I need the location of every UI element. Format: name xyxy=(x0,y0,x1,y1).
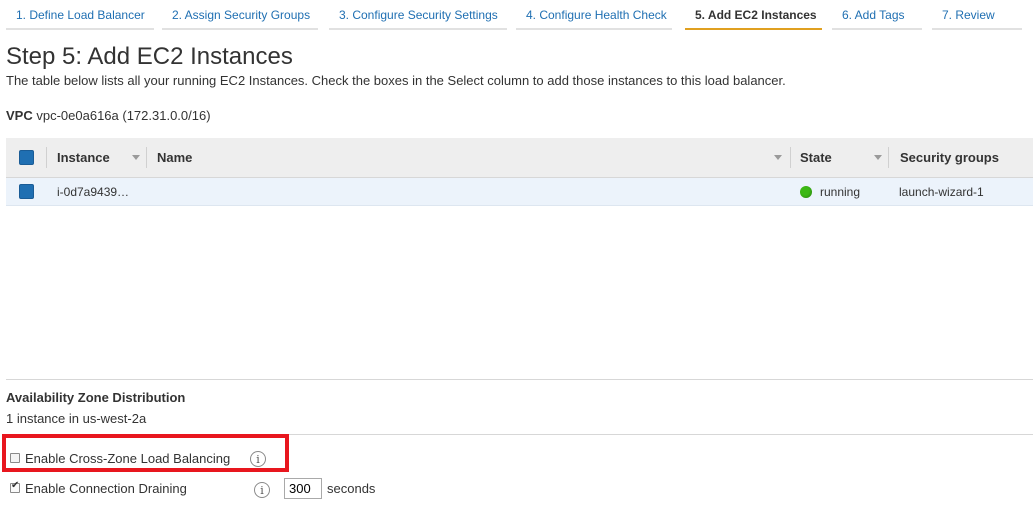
instance-state-text: running xyxy=(820,185,861,199)
draining-timeout-input[interactable] xyxy=(284,478,322,499)
status-dot-icon xyxy=(800,185,812,198)
tab-define-load-balancer[interactable]: 1. Define Load Balancer xyxy=(6,0,154,30)
vpc-label: VPC xyxy=(6,108,33,123)
column-header-security-groups[interactable]: Security groups xyxy=(900,138,999,178)
tab-configure-security-settings[interactable]: 3. Configure Security Settings xyxy=(329,0,507,30)
connection-draining-label[interactable]: Enable Connection Draining xyxy=(25,481,187,496)
tab-configure-health-check[interactable]: 4. Configure Health Check xyxy=(516,0,672,30)
page-description: The table below lists all your running E… xyxy=(6,73,786,88)
column-header-name[interactable]: Name xyxy=(157,138,192,178)
sort-caret-icon[interactable] xyxy=(132,155,140,160)
connection-draining-checkbox[interactable] xyxy=(10,480,20,493)
seconds-label: seconds xyxy=(327,481,376,496)
info-icon[interactable]: i xyxy=(254,482,270,498)
column-header-instance[interactable]: Instance xyxy=(57,138,110,178)
sort-caret-icon[interactable] xyxy=(774,155,782,160)
sort-caret-icon[interactable] xyxy=(874,155,882,160)
tab-add-ec2-instances[interactable]: 5. Add EC2 Instances xyxy=(685,0,822,30)
instance-state-cell: running xyxy=(800,178,860,206)
column-divider xyxy=(146,147,147,168)
column-header-state[interactable]: State xyxy=(800,138,832,178)
vpc-value: vpc-0e0a616a (172.31.0.0/16) xyxy=(36,108,211,123)
instances-table-header: Instance Name State Security groups xyxy=(6,138,1033,178)
az-distribution-title: Availability Zone Distribution xyxy=(6,390,186,405)
column-divider xyxy=(790,147,791,168)
tab-add-tags[interactable]: 6. Add Tags xyxy=(832,0,922,30)
page-title: Step 5: Add EC2 Instances xyxy=(6,43,293,70)
az-distribution-text: 1 instance in us-west-2a xyxy=(6,411,147,426)
row-select-checkbox[interactable] xyxy=(19,184,34,199)
instance-id-cell: i-0d7a9439… xyxy=(57,185,130,199)
tab-review[interactable]: 7. Review xyxy=(932,0,1022,30)
tab-assign-security-groups[interactable]: 2. Assign Security Groups xyxy=(162,0,318,30)
column-divider xyxy=(46,147,47,168)
select-all-checkbox[interactable] xyxy=(19,150,34,165)
column-divider xyxy=(888,147,889,168)
vpc-info: VPC vpc-0e0a616a (172.31.0.0/16) xyxy=(6,108,211,123)
wizard-tabs: 1. Define Load Balancer 2. Assign Securi… xyxy=(0,0,1033,32)
section-divider xyxy=(6,379,1033,380)
connection-draining-option[interactable]: Enable Connection Draining xyxy=(10,480,187,496)
highlight-box xyxy=(2,434,289,472)
security-groups-cell: launch-wizard-1 xyxy=(899,185,984,199)
table-row[interactable]: i-0d7a9439… running launch-wizard-1 xyxy=(6,178,1033,206)
